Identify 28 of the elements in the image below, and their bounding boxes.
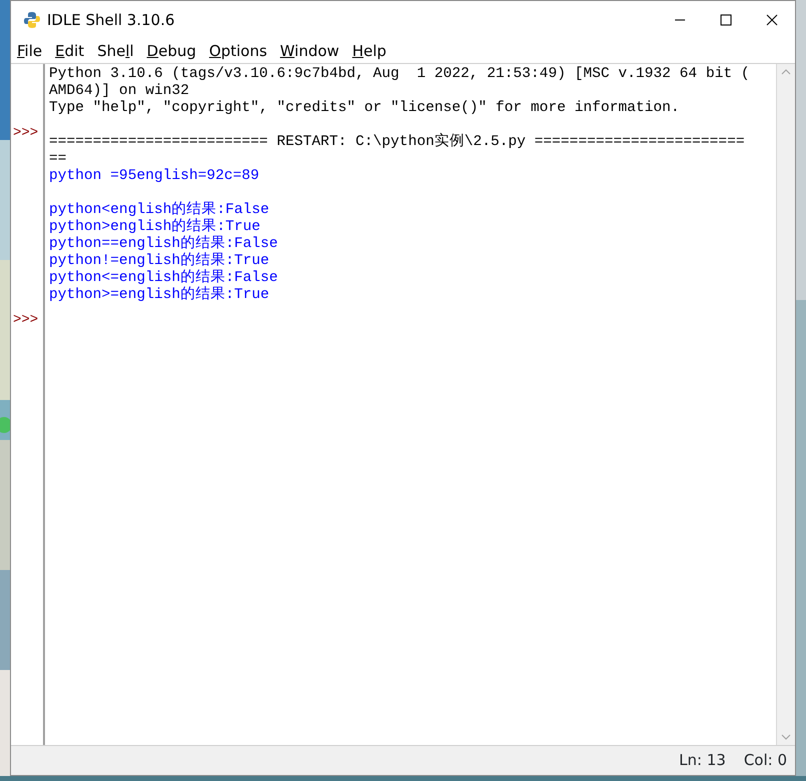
shell-text: Type "help", "copyright", "credits" or "license()" for more information. — [49, 100, 680, 116]
scrollbar[interactable] — [777, 64, 795, 745]
shell-text: ========================= RESTART: C:\python实例\2.5.py ======================== — [49, 134, 745, 150]
menu-item[interactable]: Options — [203, 40, 274, 62]
prompt-marker: >>> — [13, 312, 38, 328]
program-output: python>english的结果:True — [49, 219, 260, 235]
close-icon — [766, 14, 778, 26]
menu-item[interactable]: File — [11, 40, 50, 62]
window-title: IDLE Shell 3.10.6 — [47, 10, 175, 31]
menu-item[interactable]: Help — [346, 40, 394, 62]
prompt-marker: >>> — [13, 125, 38, 141]
menu-item[interactable]: Window — [274, 40, 346, 62]
python-logo-icon — [23, 11, 41, 29]
program-output: python==english的结果:False — [49, 236, 278, 252]
menu-item[interactable]: Edit — [49, 40, 92, 62]
program-output: python>=english的结果:True — [49, 287, 270, 303]
program-output: python =95english=92c=89 — [49, 168, 260, 184]
program-output: python!=english的结果:True — [49, 253, 270, 269]
program-output: python<english的结果:False — [49, 202, 270, 218]
maximize-icon — [720, 14, 732, 26]
line-number-status: Ln: 13 — [679, 750, 726, 772]
program-output: python<=english的结果:False — [49, 270, 278, 286]
menu-item[interactable]: Debug — [140, 40, 204, 62]
shell-text: AMD64)] on win32 — [49, 83, 190, 99]
menu-item[interactable]: Shell — [91, 40, 141, 62]
column-status: Col: 0 — [744, 750, 787, 772]
shell-text: == — [49, 151, 67, 167]
shell-text: Python 3.10.6 (tags/v3.10.6:9c7b4bd, Aug 1 2022, 21:53:49) [MSC v.1932 64 bit ( — [49, 66, 750, 82]
